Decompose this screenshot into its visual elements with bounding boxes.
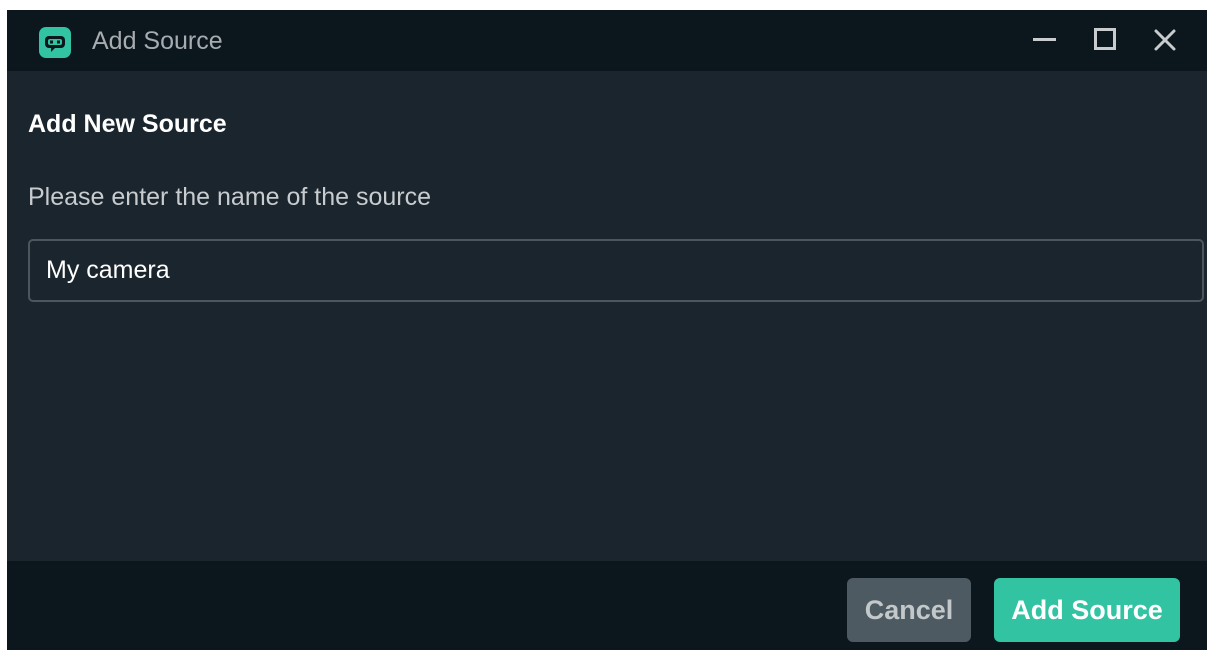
maximize-button[interactable] — [1085, 21, 1125, 61]
window-title: Add Source — [92, 27, 223, 55]
source-name-input[interactable] — [28, 239, 1204, 302]
add-source-button[interactable]: Add Source — [994, 578, 1180, 642]
close-button[interactable] — [1145, 21, 1185, 61]
minimize-button[interactable] — [1025, 21, 1065, 61]
source-name-prompt: Please enter the name of the source — [28, 183, 432, 211]
add-source-window: Add Source Add New Source Please enter t… — [7, 10, 1207, 650]
close-icon — [1154, 29, 1176, 51]
dialog-body: Add New Source Please enter the name of … — [7, 71, 1207, 561]
cancel-button[interactable]: Cancel — [847, 578, 971, 642]
maximize-icon — [1094, 28, 1116, 50]
minimize-icon — [1033, 38, 1056, 41]
app-logo-icon — [39, 27, 71, 58]
dialog-heading: Add New Source — [28, 110, 227, 138]
title-bar[interactable]: Add Source — [7, 10, 1207, 71]
dialog-footer: Cancel Add Source — [7, 561, 1207, 650]
